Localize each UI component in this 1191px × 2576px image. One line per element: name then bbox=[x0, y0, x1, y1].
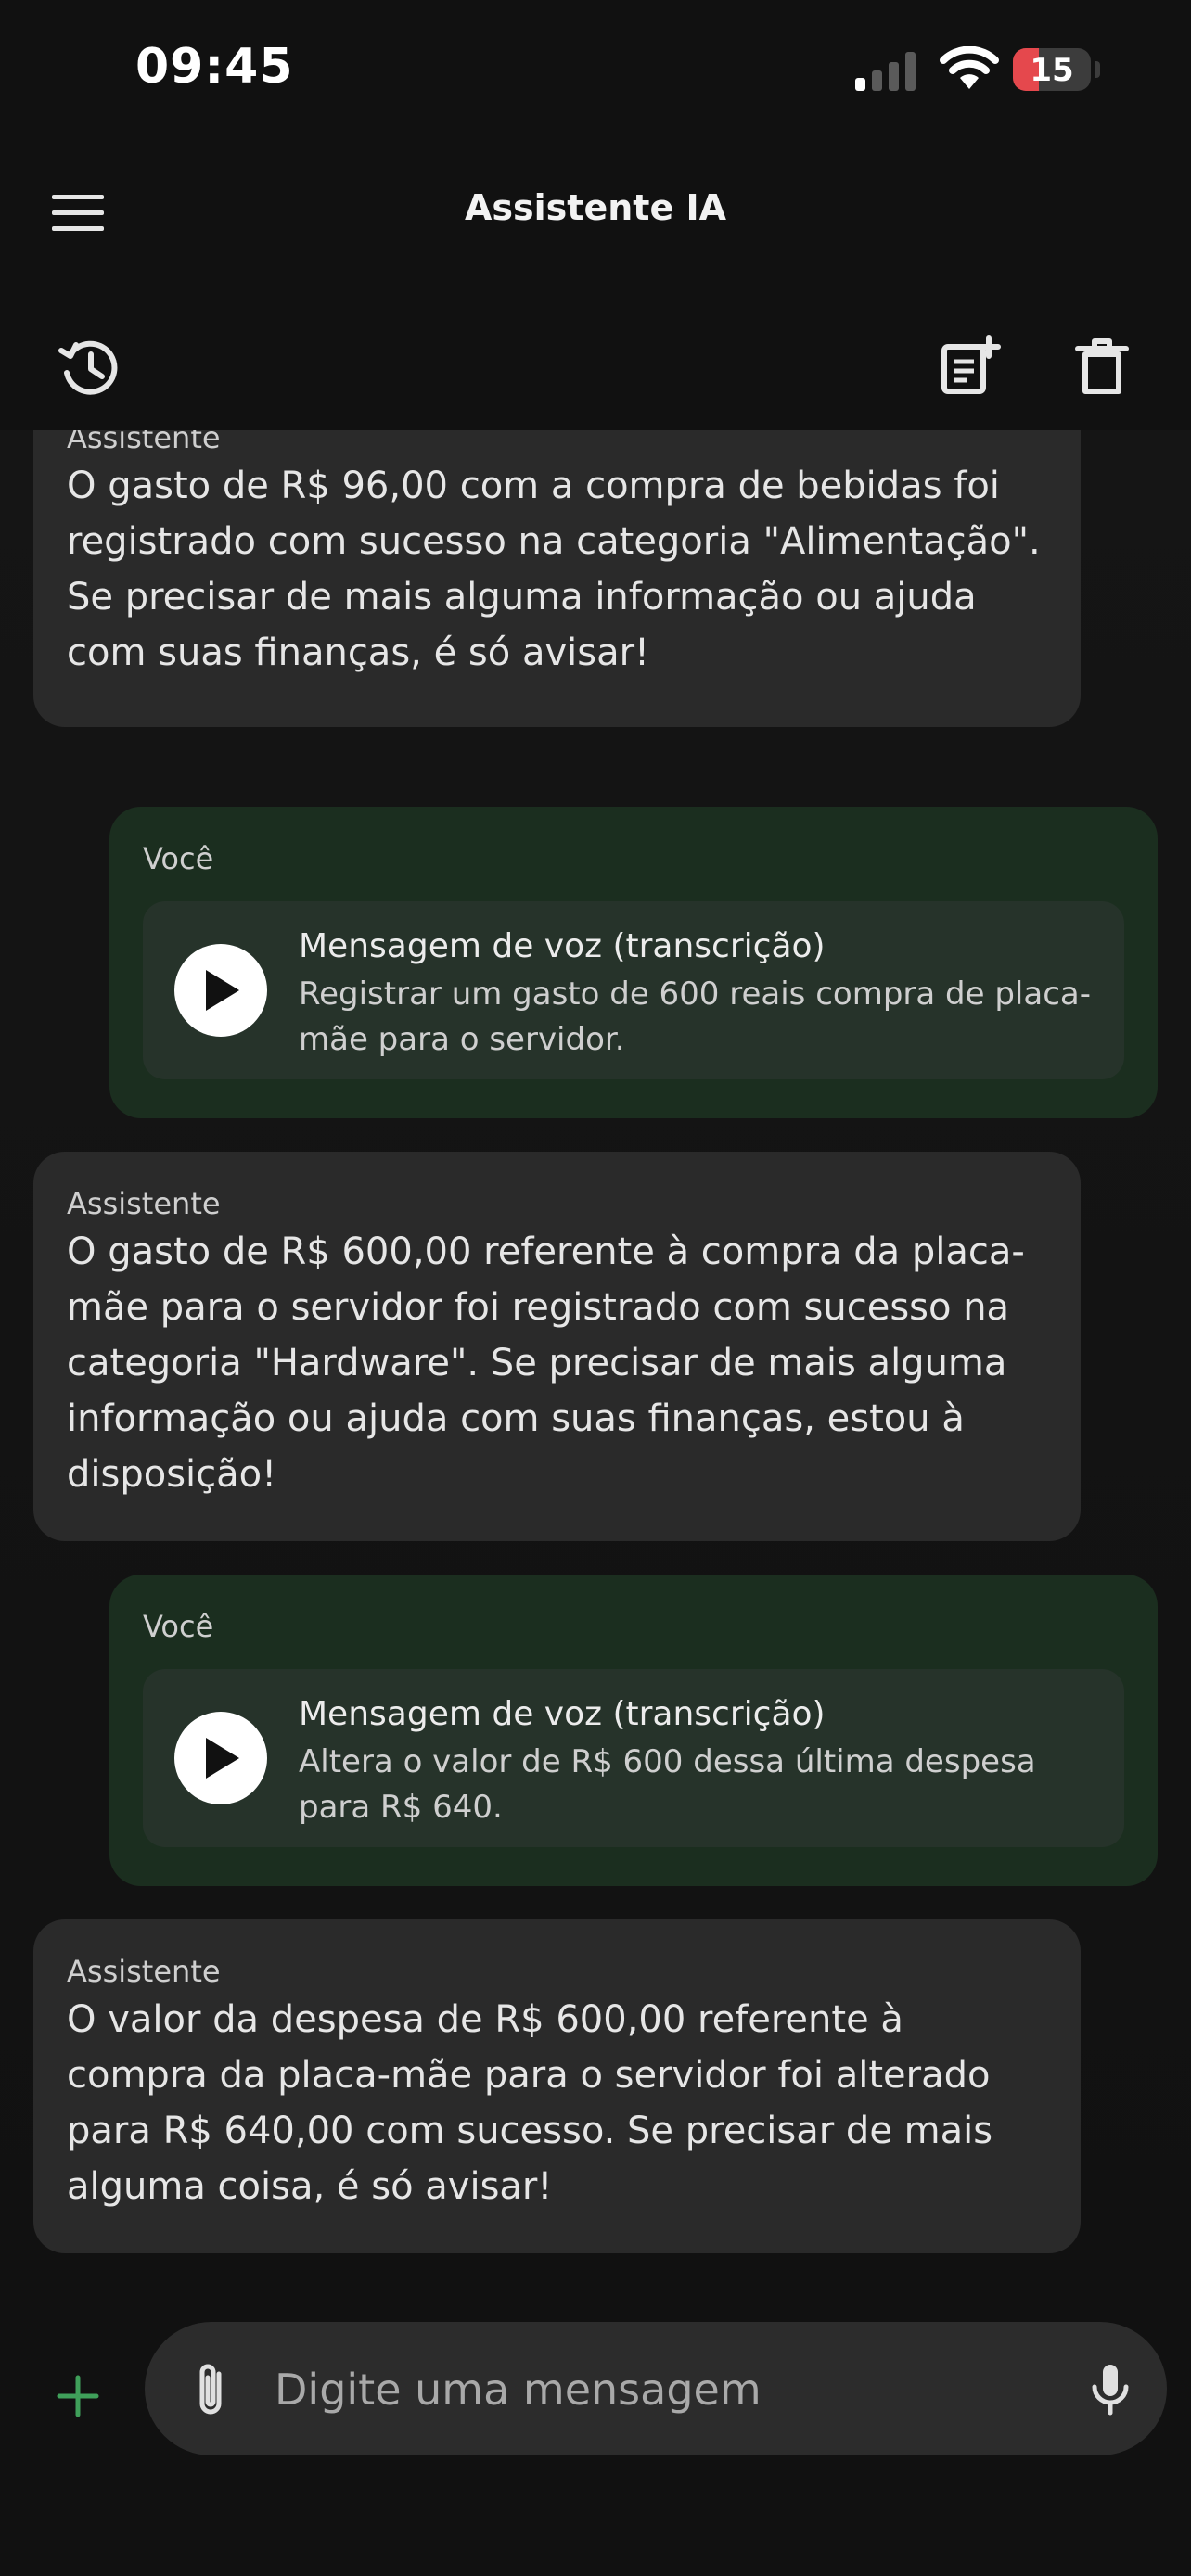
new-note-button[interactable] bbox=[931, 330, 1005, 404]
battery-level-text: 15 bbox=[1030, 52, 1074, 89]
message-sender: Assistente bbox=[67, 430, 221, 455]
play-icon bbox=[206, 970, 239, 1011]
voice-transcription: Altera o valor de R$ 600 dessa última de… bbox=[299, 1743, 1036, 1826]
message-text: O valor da despesa de R$ 600,00 referent… bbox=[67, 1998, 993, 2208]
history-icon bbox=[58, 340, 118, 395]
message-text: O gasto de R$ 96,00 com a compra de bebi… bbox=[67, 465, 1041, 674]
history-button[interactable] bbox=[52, 330, 126, 404]
message-text: O gasto de R$ 600,00 referente à compra … bbox=[67, 1231, 1025, 1496]
play-icon bbox=[206, 1738, 239, 1779]
trash-icon bbox=[1075, 338, 1129, 394]
new-note-icon bbox=[941, 335, 1001, 394]
play-voice-button[interactable] bbox=[174, 944, 267, 1037]
delete-chat-button[interactable] bbox=[1065, 330, 1139, 404]
plus-icon bbox=[57, 2375, 99, 2417]
message-input-container bbox=[145, 2322, 1167, 2455]
user-message: Você Mensagem de voz (transcrição) Alter… bbox=[109, 1575, 1158, 1886]
add-button[interactable] bbox=[41, 2359, 115, 2433]
message-composer bbox=[0, 2303, 1191, 2576]
chat-messages[interactable]: Assistente O gasto de R$ 96,00 com a com… bbox=[0, 430, 1191, 2276]
play-voice-button[interactable] bbox=[174, 1712, 267, 1804]
message-sender: Você bbox=[143, 1609, 214, 1644]
status-bar: 09:45 15 bbox=[0, 0, 1191, 139]
wifi-icon bbox=[940, 46, 999, 89]
voice-message-card: Mensagem de voz (transcrição) Altera o v… bbox=[143, 1669, 1124, 1847]
message-sender: Você bbox=[143, 841, 214, 876]
assistant-message: Assistente O gasto de R$ 600,00 referent… bbox=[33, 1152, 1081, 1541]
assistant-message: Assistente O gasto de R$ 96,00 com a com… bbox=[33, 430, 1081, 727]
battery-cap bbox=[1095, 61, 1100, 78]
voice-message-title: Mensagem de voz (transcrição) bbox=[299, 1695, 826, 1733]
microphone-icon[interactable] bbox=[1078, 2357, 1143, 2422]
voice-transcription: Registrar um gasto de 600 reais compra d… bbox=[299, 976, 1091, 1058]
paperclip-icon[interactable] bbox=[178, 2357, 243, 2422]
message-sender: Assistente bbox=[67, 1186, 221, 1221]
cellular-signal-icon bbox=[855, 52, 916, 91]
message-sender: Assistente bbox=[67, 1954, 221, 1989]
page-title: Assistente IA bbox=[465, 187, 726, 228]
app-bar: Assistente IA bbox=[0, 139, 1191, 430]
user-message: Você Mensagem de voz (transcrição) Regis… bbox=[109, 807, 1158, 1118]
message-input[interactable] bbox=[273, 2355, 1018, 2424]
voice-message-title: Mensagem de voz (transcrição) bbox=[299, 927, 826, 965]
status-time: 09:45 bbox=[135, 39, 294, 95]
voice-message-card: Mensagem de voz (transcrição) Registrar … bbox=[143, 901, 1124, 1079]
battery-indicator: 15 bbox=[1013, 48, 1091, 91]
assistant-message: Assistente O valor da despesa de R$ 600,… bbox=[33, 1919, 1081, 2253]
